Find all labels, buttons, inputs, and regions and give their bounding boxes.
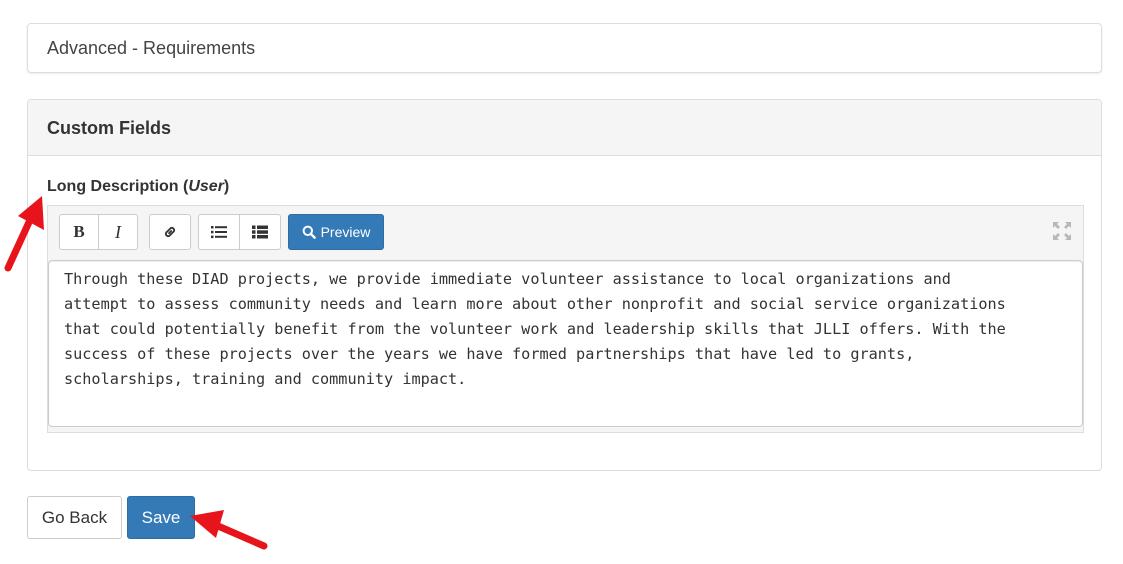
preview-button[interactable]: Preview: [288, 214, 384, 250]
long-description-textarea[interactable]: Through these DIAD projects, we provide …: [48, 260, 1083, 427]
field-label-suffix: ): [223, 178, 230, 195]
fullscreen-icon[interactable]: [1051, 220, 1073, 242]
unordered-list-icon: [211, 226, 227, 239]
textarea-line: Through these DIAD projects, we provide …: [64, 270, 951, 288]
link-icon: [165, 227, 175, 237]
annotation-arrow-left: [190, 510, 268, 550]
save-button[interactable]: Save: [127, 496, 195, 539]
field-label-qualifier: User: [188, 178, 224, 195]
custom-fields-heading: Custom Fields: [28, 100, 1101, 156]
custom-fields-panel: Custom Fields Long Description (User) B …: [27, 99, 1102, 471]
list-button-group: [198, 214, 281, 250]
ordered-list-icon: [252, 225, 268, 239]
bold-button[interactable]: B: [59, 214, 99, 250]
preview-label: Preview: [320, 224, 371, 240]
advanced-requirements-title[interactable]: Advanced - Requirements: [47, 38, 255, 59]
ordered-list-button[interactable]: [239, 214, 281, 250]
editor-toolbar: B I Preview: [48, 206, 1083, 260]
textarea-line: success of these projects over the years…: [64, 345, 915, 363]
advanced-requirements-panel[interactable]: Advanced - Requirements: [27, 23, 1102, 73]
link-button-group: [149, 214, 191, 250]
go-back-button[interactable]: Go Back: [27, 496, 122, 539]
link-button[interactable]: [149, 214, 191, 250]
format-button-group: B I: [59, 214, 138, 250]
long-description-label: Long Description (User): [47, 178, 229, 196]
textarea-line: that could potentially benefit from the …: [64, 320, 1006, 338]
custom-fields-title: Custom Fields: [47, 118, 172, 138]
unordered-list-button[interactable]: [198, 214, 240, 250]
field-label-text: Long Description: [47, 178, 179, 195]
markdown-editor: B I Preview Through these DIAD projects,…: [47, 205, 1084, 433]
italic-button[interactable]: I: [98, 214, 138, 250]
textarea-line: scholarships, training and community imp…: [64, 370, 467, 388]
search-icon: [302, 225, 316, 239]
textarea-line: attempt to assess community needs and le…: [64, 295, 1006, 313]
